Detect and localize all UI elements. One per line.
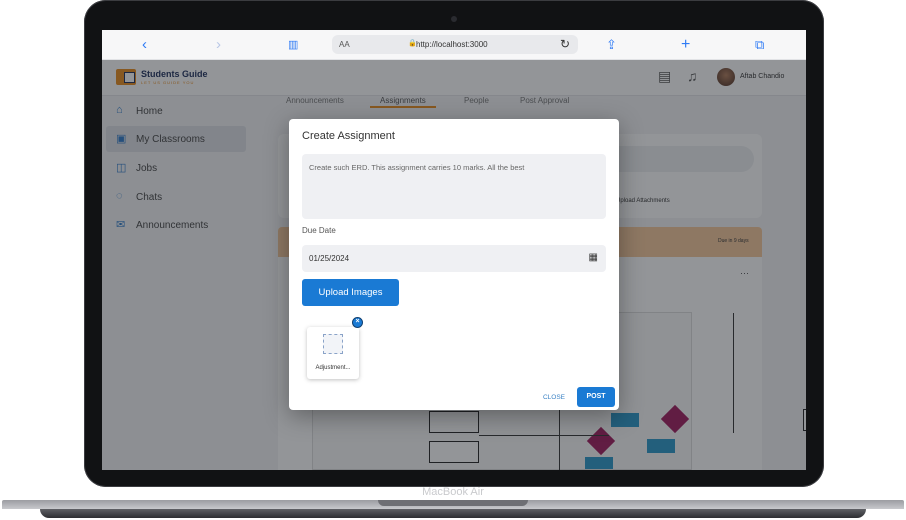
url-text: http://localhost:3000 bbox=[416, 40, 488, 49]
attachment-preview-icon bbox=[323, 334, 343, 354]
calendar-icon[interactable]: ▦ bbox=[589, 252, 598, 263]
laptop-base bbox=[0, 500, 906, 520]
base-bottom bbox=[40, 509, 866, 518]
screen: ‹ › ▥ AA 🔒 http://localhost:3000 ↻ ⇪ + ⧉… bbox=[102, 30, 806, 470]
post-button[interactable]: POST bbox=[577, 387, 615, 407]
attachment-thumbnail[interactable]: Adjustment... bbox=[307, 327, 359, 379]
camera bbox=[451, 16, 457, 22]
attachment-name: Adjustment... bbox=[315, 365, 351, 371]
base-notch bbox=[378, 500, 528, 506]
back-icon[interactable]: ‹ bbox=[142, 36, 147, 54]
close-button[interactable]: CLOSE bbox=[539, 392, 569, 404]
due-date-input[interactable]: 01/25/2024 ▦ bbox=[302, 245, 606, 272]
new-tab-icon[interactable]: + bbox=[681, 36, 690, 54]
address-bar[interactable]: AA 🔒 http://localhost:3000 ↻ bbox=[332, 35, 578, 54]
reload-icon[interactable]: ↻ bbox=[560, 37, 570, 51]
reader-icon[interactable]: ▥ bbox=[288, 36, 298, 54]
tabs-icon[interactable]: ⧉ bbox=[755, 36, 764, 54]
upload-images-button[interactable]: Upload Images bbox=[302, 279, 399, 306]
description-textarea[interactable]: Create such ERD. This assignment carries… bbox=[302, 154, 606, 219]
share-icon[interactable]: ⇪ bbox=[606, 36, 617, 54]
device-label: MacBook Air bbox=[422, 486, 484, 498]
dialog-title: Create Assignment bbox=[302, 130, 395, 142]
device-frame: ‹ › ▥ AA 🔒 http://localhost:3000 ↻ ⇪ + ⧉… bbox=[0, 0, 906, 520]
description-text: Create such ERD. This assignment carries… bbox=[309, 163, 525, 172]
remove-attachment-icon[interactable]: × bbox=[352, 317, 363, 328]
reader-aa-button[interactable]: AA bbox=[339, 40, 350, 49]
forward-icon[interactable]: › bbox=[216, 36, 221, 54]
due-date-label: Due Date bbox=[302, 226, 336, 235]
browser-toolbar: ‹ › ▥ AA 🔒 http://localhost:3000 ↻ ⇪ + ⧉ bbox=[102, 30, 806, 60]
due-date-value: 01/25/2024 bbox=[309, 254, 350, 263]
create-assignment-dialog: Create Assignment Create such ERD. This … bbox=[289, 119, 619, 410]
